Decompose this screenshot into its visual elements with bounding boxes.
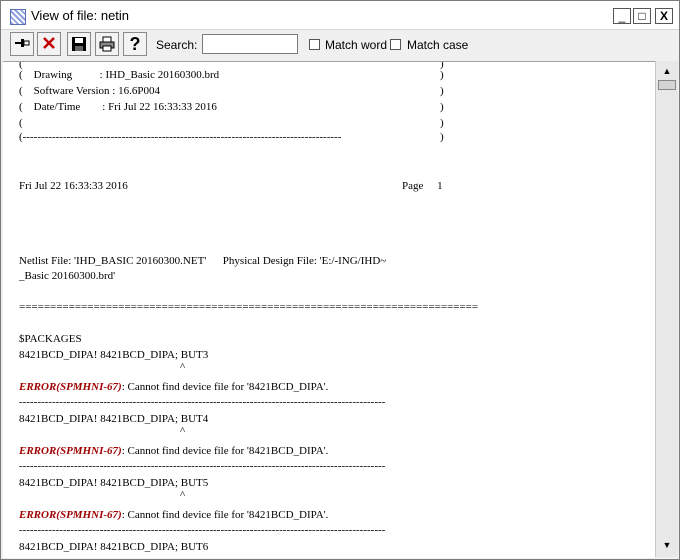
app-icon: [10, 9, 26, 25]
save-icon: [72, 37, 86, 51]
search-label: Search:: [156, 38, 198, 52]
file-content[interactable]: ( ( Drawing : IHD_Basic 20160300.brd ( S…: [3, 61, 655, 558]
right-paren: ): [440, 117, 444, 129]
error-message: : Cannot find device file for '8421BCD_D…: [121, 445, 329, 457]
page-number: Page 1: [402, 180, 443, 192]
right-paren: ): [440, 85, 444, 97]
vertical-scrollbar[interactable]: ▲ ▼: [655, 61, 678, 557]
text-line: 8421BCD_DIPA! 8421BCD_DIPA; BUT6: [19, 541, 209, 553]
separator-line: ----------------------------------------…: [19, 524, 386, 536]
cancel-button[interactable]: [37, 32, 61, 56]
right-paren: ): [440, 101, 444, 113]
text-line: ( Drawing : IHD_Basic 20160300.brd: [19, 69, 220, 81]
title-bar: View of file: netin _ □ X: [1, 1, 679, 30]
error-line: ERROR(SPMHNI-67): Cannot find device fil…: [19, 381, 328, 394]
text-line: Fri Jul 22 16:33:33 2016: [19, 180, 128, 192]
scroll-down-arrow-icon[interactable]: ▼: [656, 537, 678, 554]
maximize-button[interactable]: □: [633, 8, 651, 24]
error-line: ERROR(SPMHNI-67): Cannot find device fil…: [19, 445, 328, 458]
error-code: ERROR(SPMHNI-67): [19, 381, 122, 393]
error-message: : Cannot find device file for '8421BCD_D…: [121, 509, 329, 521]
file-viewer-window: View of file: netin _ □ X ? Search: Matc…: [0, 0, 680, 560]
caret-marker: ^: [180, 425, 186, 437]
close-button[interactable]: X: [655, 8, 673, 24]
match-case-checkbox[interactable]: [390, 39, 401, 50]
pin-button[interactable]: [10, 32, 34, 56]
error-line: ERROR(SPMHNI-67): Cannot find device fil…: [19, 509, 328, 522]
scroll-up-arrow-icon[interactable]: ▲: [656, 63, 678, 80]
text-line: $PACKAGES: [19, 333, 82, 345]
match-case-label: Match case: [407, 38, 469, 52]
text-line: (: [19, 117, 23, 129]
minimize-button[interactable]: _: [613, 8, 631, 24]
error-message: : Cannot find device file for '8421BCD_D…: [121, 381, 329, 393]
text-line: (---------------------------------------…: [19, 131, 342, 143]
caret-marker: ^: [180, 489, 186, 501]
match-word-label: Match word: [325, 38, 388, 52]
scroll-thumb[interactable]: [658, 80, 676, 90]
match-word-checkbox[interactable]: [309, 39, 320, 50]
separator-line: ----------------------------------------…: [19, 460, 386, 472]
help-button[interactable]: ?: [123, 32, 147, 56]
help-icon: ?: [129, 34, 141, 54]
save-button[interactable]: [67, 32, 91, 56]
separator-line: ----------------------------------------…: [19, 396, 386, 408]
error-code: ERROR(SPMHNI-67): [19, 445, 122, 457]
right-paren: ): [440, 61, 444, 70]
toolbar: ? Search: Match word Match case: [1, 30, 679, 61]
print-icon: [99, 36, 115, 52]
text-line: Netlist File: 'IHD_BASIC 20160300.NET' P…: [19, 255, 387, 267]
text-line: _Basic 20160300.brd': [19, 270, 116, 282]
close-red-icon: [43, 37, 55, 49]
caret-marker: ^: [180, 361, 186, 373]
print-button[interactable]: [95, 32, 119, 56]
right-paren: ): [440, 131, 444, 143]
window-title: View of file: netin: [31, 8, 130, 23]
pin-icon: [15, 39, 30, 47]
text-line: ( Software Version : 16.6P004: [19, 85, 160, 97]
separator-line: ========================================…: [19, 301, 479, 313]
search-input[interactable]: [202, 34, 298, 54]
text-line: ( Date/Time : Fri Jul 22 16:33:33 2016: [19, 101, 217, 113]
error-code: ERROR(SPMHNI-67): [19, 509, 122, 521]
